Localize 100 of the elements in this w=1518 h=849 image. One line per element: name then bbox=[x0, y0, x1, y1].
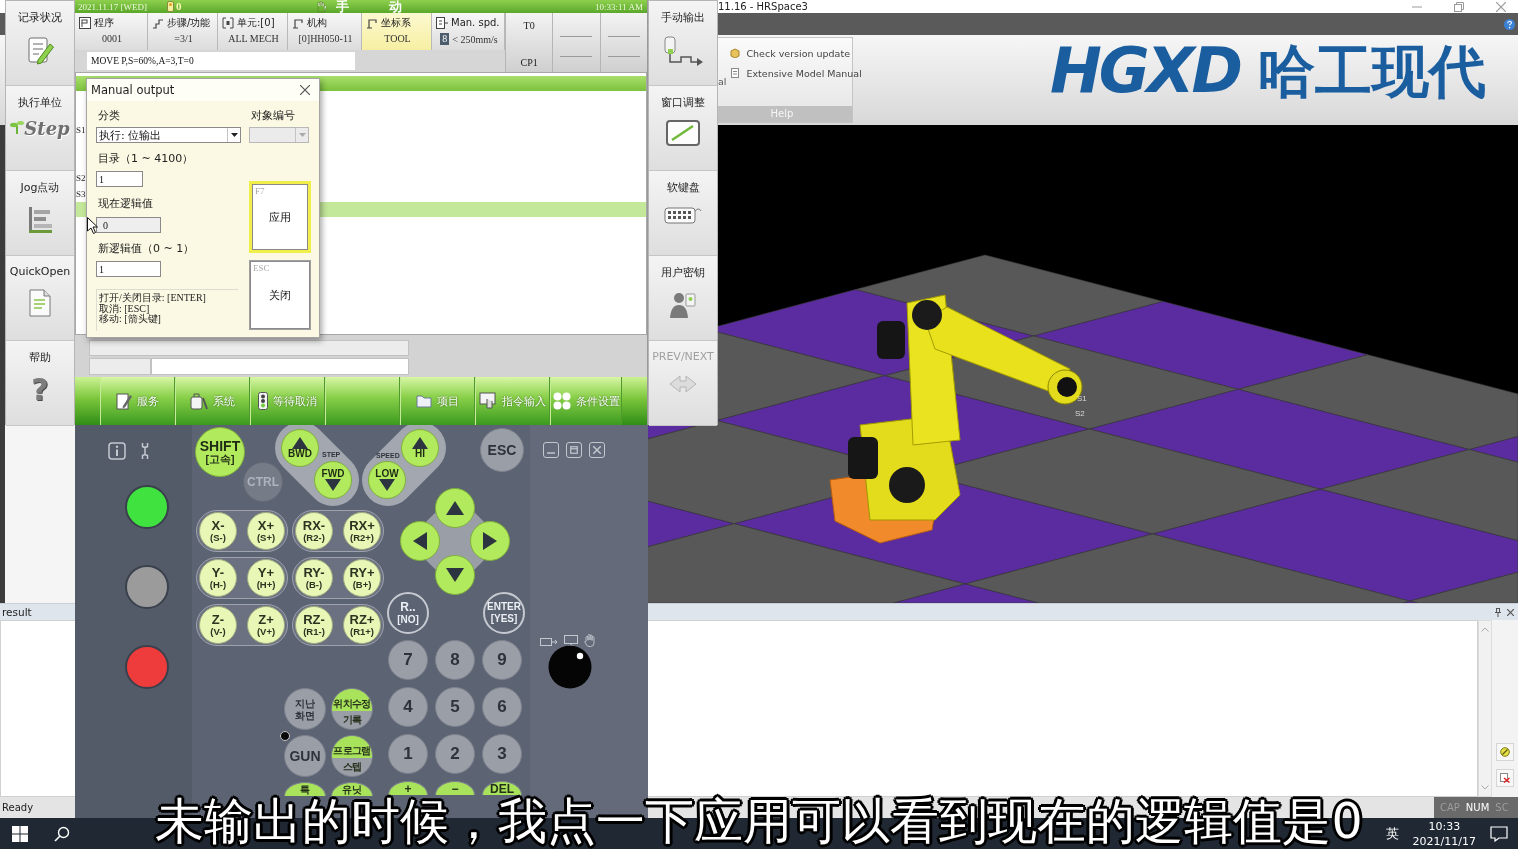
indicator-lamp-icon[interactable] bbox=[125, 485, 169, 529]
edit-key[interactable]: − bbox=[435, 781, 475, 795]
indicator-lamp-icon[interactable] bbox=[125, 645, 169, 689]
window-icon bbox=[570, 446, 578, 454]
jog-key[interactable]: Z+ (V+) bbox=[247, 606, 285, 644]
shift-key[interactable]: SHIFT [고속] bbox=[195, 427, 245, 477]
notepad-pencil-icon bbox=[116, 392, 132, 410]
restore-icon[interactable] bbox=[1454, 1, 1464, 12]
edit-key[interactable]: DEL bbox=[482, 781, 522, 795]
status-cell[interactable]: 程序 0001 bbox=[75, 13, 148, 50]
arrow-right-key[interactable] bbox=[470, 521, 510, 561]
side-menu-button[interactable]: 软键盘 bbox=[649, 171, 717, 256]
no-entry-icon bbox=[1500, 747, 1510, 757]
side-menu-button[interactable]: Jog点动 bbox=[6, 171, 74, 256]
input-field[interactable]: 1 bbox=[96, 171, 143, 187]
status-cell[interactable]: 步骤/功能 =3/1 bbox=[148, 13, 218, 50]
status-cell[interactable]: 机构 [0]HH050-11 bbox=[288, 13, 362, 50]
delete-button[interactable] bbox=[1496, 769, 1514, 787]
time-text: 10:33:11 AM bbox=[595, 1, 644, 12]
close-icon[interactable] bbox=[1507, 608, 1514, 616]
help-icon[interactable] bbox=[1504, 18, 1515, 30]
ribbon-item[interactable]: Check version update bbox=[730, 46, 862, 60]
notepad-pencil-icon bbox=[25, 35, 55, 65]
number-key[interactable]: 9 bbox=[482, 640, 522, 680]
jog-key[interactable]: RX+ (R2+) bbox=[343, 512, 381, 550]
input-field bbox=[89, 358, 151, 375]
search-button[interactable] bbox=[54, 825, 70, 842]
notification-button[interactable] bbox=[1490, 825, 1508, 842]
close-button[interactable]: ESC 关闭 bbox=[249, 260, 311, 330]
jog-key[interactable]: X+ (S+) bbox=[247, 512, 285, 550]
status-cell[interactable]: 单元:[0] ALL MECH bbox=[218, 13, 288, 50]
jog-key[interactable]: RX- (R2-) bbox=[295, 512, 333, 550]
number-key[interactable]: 8 bbox=[435, 640, 475, 680]
input-method-button[interactable]: 英 bbox=[1385, 824, 1399, 843]
hand-icon[interactable] bbox=[584, 634, 595, 647]
jog-key[interactable]: RZ+ (R1+) bbox=[343, 606, 381, 644]
field-label: 对象编号 bbox=[251, 109, 295, 123]
side-menu-button[interactable]: 窗口调整 bbox=[649, 86, 717, 171]
pin-icon[interactable] bbox=[1495, 607, 1501, 617]
apply-button[interactable]: F7 应用 bbox=[249, 181, 311, 253]
status-cell[interactable]: Man. spd. 8 < 250mm/s bbox=[432, 13, 505, 50]
side-menu-button[interactable]: 帮助 ? bbox=[6, 341, 74, 426]
close-icon[interactable] bbox=[300, 85, 310, 95]
minimize-button[interactable] bbox=[543, 442, 559, 458]
triangle-left-icon bbox=[413, 532, 427, 550]
jog-key[interactable]: RY- (B-) bbox=[295, 559, 333, 597]
number-key[interactable]: 1 bbox=[388, 734, 428, 774]
triangle-up-icon bbox=[292, 436, 308, 449]
stacked-bars-icon bbox=[26, 205, 54, 235]
clear-button[interactable] bbox=[1496, 743, 1514, 761]
input-field: 0 bbox=[96, 217, 161, 233]
number-key[interactable]: 3 bbox=[482, 734, 522, 774]
monitor-icon[interactable] bbox=[564, 635, 578, 647]
number-key[interactable]: 7 bbox=[388, 640, 428, 680]
jog-key[interactable]: RZ- (R1-) bbox=[295, 606, 333, 644]
arrow-left-key[interactable] bbox=[400, 521, 440, 561]
window-title: 11.16 - HRSpace3 bbox=[718, 0, 808, 13]
frame-arrow-icon[interactable] bbox=[540, 637, 558, 647]
dial-knob[interactable] bbox=[548, 645, 592, 689]
function-key[interactable]: 지난 화면 bbox=[284, 688, 326, 730]
speed-icon bbox=[436, 16, 448, 29]
jog-key[interactable]: Y+ (H+) bbox=[247, 559, 285, 597]
arrow-up-key[interactable] bbox=[435, 488, 475, 528]
status-cell[interactable]: 坐标系 TOOL bbox=[362, 13, 432, 50]
start-button[interactable] bbox=[12, 825, 28, 842]
jog-key[interactable]: Z- (V-) bbox=[199, 606, 237, 644]
confirm-key[interactable]: ENTER [YES] bbox=[483, 592, 525, 634]
arrow-down-key[interactable] bbox=[435, 555, 475, 595]
blank-function-key[interactable] bbox=[325, 377, 400, 425]
side-menu-button[interactable]: 记录状况 bbox=[6, 1, 74, 86]
function-key[interactable]: 프로그램 스텝 bbox=[331, 735, 373, 777]
jog-key[interactable]: X- (S-) bbox=[199, 512, 237, 550]
side-menu-button[interactable]: 执行单位 Step bbox=[6, 86, 74, 171]
side-menu-button[interactable]: 手动输出 bbox=[649, 1, 717, 86]
number-key[interactable]: 6 bbox=[482, 687, 522, 727]
side-menu-button[interactable]: QuickOpen bbox=[6, 256, 74, 341]
side-menu-button[interactable]: 用户密钥 bbox=[649, 256, 717, 341]
status-value: [0]HH050-11 bbox=[298, 33, 353, 44]
edit-key[interactable]: + bbox=[388, 781, 428, 795]
function-key[interactable]: 유닛 bbox=[331, 782, 373, 796]
clock[interactable]: 10:33 2021/11/17 bbox=[1412, 818, 1476, 849]
number-key[interactable]: 2 bbox=[435, 734, 475, 774]
maximize-button[interactable] bbox=[566, 442, 582, 458]
function-key[interactable]: GUN bbox=[284, 735, 326, 777]
number-key[interactable]: 4 bbox=[388, 687, 428, 727]
jog-key[interactable]: Y- (H-) bbox=[199, 559, 237, 597]
function-key[interactable]: 특 bbox=[284, 782, 326, 796]
category-select[interactable]: 执行: 位输出 bbox=[96, 127, 241, 143]
ribbon-item[interactable]: Extensive Model Manual bbox=[730, 66, 862, 80]
input-field[interactable]: 1 bbox=[96, 261, 161, 277]
indicator-lamp-icon[interactable] bbox=[125, 565, 169, 609]
number-key[interactable]: 5 bbox=[435, 687, 475, 727]
confirm-key[interactable]: R.. [NO] bbox=[387, 592, 429, 634]
escape-key[interactable]: ESC bbox=[480, 428, 524, 472]
function-key[interactable]: 위치수정 기록 bbox=[331, 688, 373, 730]
close-button[interactable] bbox=[589, 442, 605, 458]
info-icon[interactable] bbox=[108, 442, 126, 460]
caret-icon bbox=[298, 133, 306, 137]
jog-key[interactable]: RY+ (B+) bbox=[343, 559, 381, 597]
field-label: 分类 bbox=[98, 109, 120, 123]
